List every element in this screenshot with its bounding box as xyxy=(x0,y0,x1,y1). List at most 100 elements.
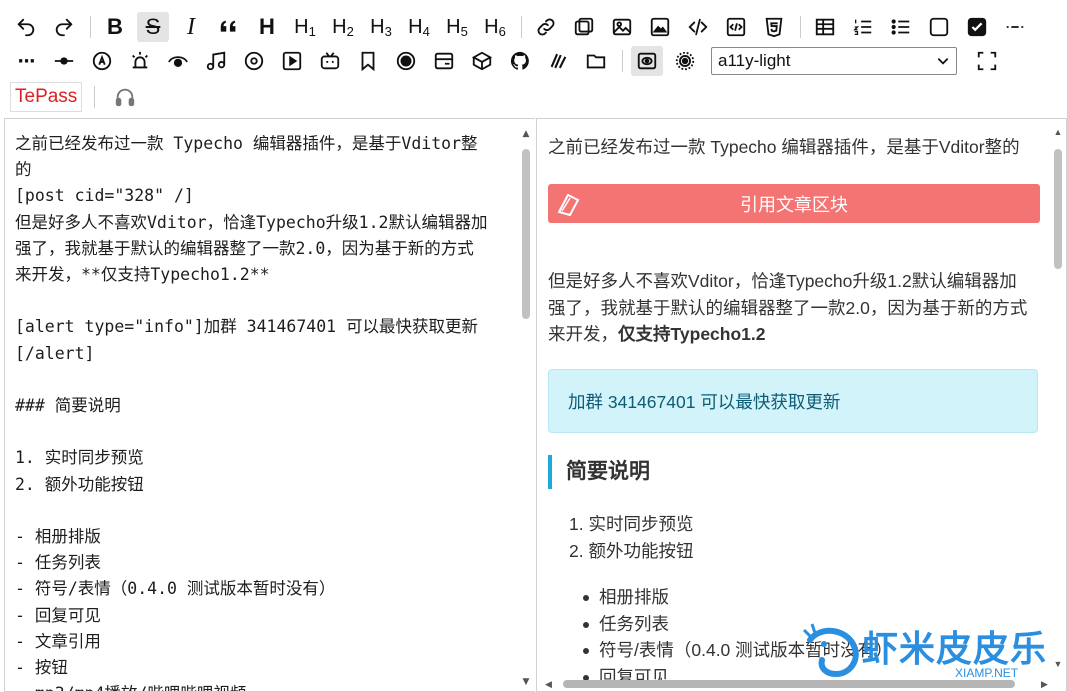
bilibili-button[interactable] xyxy=(314,46,346,76)
redo-button[interactable] xyxy=(48,12,80,42)
editor-line: [post cid="328" /] xyxy=(15,186,194,206)
folder-button[interactable] xyxy=(580,46,612,76)
gallery-button[interactable] xyxy=(644,12,676,42)
h1-level: 1 xyxy=(308,23,316,39)
divider-button[interactable] xyxy=(48,46,80,76)
image-button[interactable] xyxy=(606,12,638,42)
html5-icon xyxy=(765,17,783,38)
toolbar-divider xyxy=(90,16,91,38)
card-icon xyxy=(434,52,454,70)
more-button[interactable]: ··· xyxy=(10,46,42,76)
h5-letter: H xyxy=(446,15,461,38)
undo-button[interactable] xyxy=(10,12,42,42)
h5-button[interactable]: H5 xyxy=(441,12,473,42)
ordered-list-button[interactable] xyxy=(847,12,879,42)
hr-button[interactable] xyxy=(999,12,1031,42)
h6-button[interactable]: H6 xyxy=(479,12,511,42)
h4-icon: H4 xyxy=(408,16,430,39)
video-play-icon xyxy=(282,51,302,71)
editor-toolbar: B S I H H1 H2 H3 H4 H5 H6 ··· a11y-light… xyxy=(0,0,1067,118)
undo-icon xyxy=(17,18,35,37)
checkbox-checked-button[interactable] xyxy=(961,12,993,42)
html5-button[interactable] xyxy=(758,12,790,42)
unordered-list-button[interactable] xyxy=(885,12,917,42)
embed-button[interactable] xyxy=(568,12,600,42)
h2-letter: H xyxy=(332,15,347,38)
editor-scroll-thumb[interactable] xyxy=(522,149,530,319)
list-item-text: 任务列表 xyxy=(599,613,669,634)
toolbar-divider xyxy=(800,16,801,38)
scroll-up-icon[interactable]: ▲ xyxy=(1053,127,1063,137)
more-icon: ··· xyxy=(17,50,35,72)
h3-button[interactable]: H3 xyxy=(365,12,397,42)
disc-button[interactable] xyxy=(238,46,270,76)
scroll-up-icon[interactable]: ▲ xyxy=(521,129,531,139)
github-button[interactable] xyxy=(504,46,536,76)
strikethrough-button[interactable]: S xyxy=(137,12,169,42)
heading-button[interactable]: H xyxy=(251,12,283,42)
editor-line: [alert type="info"]加群 341467401 可以最快获取更新 xyxy=(15,317,479,337)
markdown-editor[interactable]: 之前已经发布过一款 Typecho 编辑器插件，是基于Vditor整的 [post… xyxy=(4,118,535,692)
editor-line: ### 简要说明 xyxy=(15,396,121,415)
preview-toggle-button[interactable] xyxy=(631,46,663,76)
table-button[interactable] xyxy=(809,12,841,42)
fullscreen-button[interactable] xyxy=(971,46,1003,76)
editor-line: 1. 实时同步预览 xyxy=(15,448,144,468)
chevron-down-icon xyxy=(937,58,949,65)
h1-button[interactable]: H1 xyxy=(289,12,321,42)
editor-textarea[interactable]: 之前已经发布过一款 Typecho 编辑器插件，是基于Vditor整的 [post… xyxy=(15,131,501,691)
editor-line: 强了，我就基于默认的编辑器整了一款2.0，因为基于新的方式 xyxy=(15,238,474,258)
music-button[interactable] xyxy=(200,46,232,76)
preview-horizontal-scrollbar[interactable]: ◀ ▶ xyxy=(541,678,1061,690)
preview-scrollbar[interactable]: ▲ ▼ xyxy=(1052,127,1064,672)
record-button[interactable] xyxy=(390,46,422,76)
scroll-down-icon[interactable]: ▼ xyxy=(1053,659,1063,669)
table-icon xyxy=(815,18,835,36)
code-button[interactable] xyxy=(682,12,714,42)
preview-intro: 之前已经发布过一款 Typecho 编辑器插件，是基于Vditor整的 xyxy=(548,137,1020,157)
quote-article-block[interactable]: 引用文章区块 xyxy=(548,184,1040,223)
github-icon xyxy=(510,51,529,70)
alarm-button[interactable] xyxy=(124,46,156,76)
editor-line: [/alert] xyxy=(15,343,95,363)
h6-level: 6 xyxy=(498,23,506,39)
books-button[interactable] xyxy=(542,46,574,76)
bullet-icon xyxy=(583,595,589,602)
preview-hscroll-thumb[interactable] xyxy=(563,680,1015,688)
video-play-button[interactable] xyxy=(276,46,308,76)
scroll-left-icon[interactable]: ◀ xyxy=(545,679,552,690)
bookmark-icon xyxy=(361,51,375,72)
h4-button[interactable]: H4 xyxy=(403,12,435,42)
editor-line: - 任务列表 xyxy=(15,553,101,573)
preview-scroll-thumb[interactable] xyxy=(1054,149,1062,269)
bookmark-button[interactable] xyxy=(352,46,384,76)
h2-button[interactable]: H2 xyxy=(327,12,359,42)
h4-level: 4 xyxy=(422,23,430,39)
tepass-button[interactable]: TePass xyxy=(10,82,83,112)
quote-button[interactable] xyxy=(213,12,245,42)
toolbar-row-2: ··· a11y-light xyxy=(10,44,1009,78)
italic-button[interactable]: I xyxy=(175,12,207,42)
audio-button[interactable] xyxy=(109,82,141,112)
h2-icon: H2 xyxy=(332,16,354,39)
list-item-text: 相册排版 xyxy=(599,587,669,607)
scroll-down-icon[interactable]: ▼ xyxy=(521,677,531,687)
card-button[interactable] xyxy=(428,46,460,76)
editor-scrollbar[interactable]: ▲ ▼ xyxy=(520,129,532,689)
bilibili-icon xyxy=(320,52,340,70)
checkbox-empty-icon xyxy=(929,17,949,37)
eye-button[interactable] xyxy=(162,46,194,76)
h5-icon: H5 xyxy=(446,16,468,39)
alert-button[interactable] xyxy=(86,46,118,76)
checkbox-empty-button[interactable] xyxy=(923,12,955,42)
link-button[interactable] xyxy=(530,12,562,42)
settings-spinner-button[interactable] xyxy=(669,46,701,76)
theme-select[interactable]: a11y-light xyxy=(711,47,957,75)
preview-bullet-list: 相册排版 任务列表 符号/表情（0.4.0 测试版本暂时没有） 回复可见 xyxy=(583,584,893,690)
list-item-text: 符号/表情（0.4.0 测试版本暂时没有） xyxy=(599,640,893,660)
html-code-button[interactable] xyxy=(720,12,752,42)
box-button[interactable] xyxy=(466,46,498,76)
bold-button[interactable]: B xyxy=(99,12,131,42)
scroll-right-icon[interactable]: ▶ xyxy=(1041,679,1048,690)
